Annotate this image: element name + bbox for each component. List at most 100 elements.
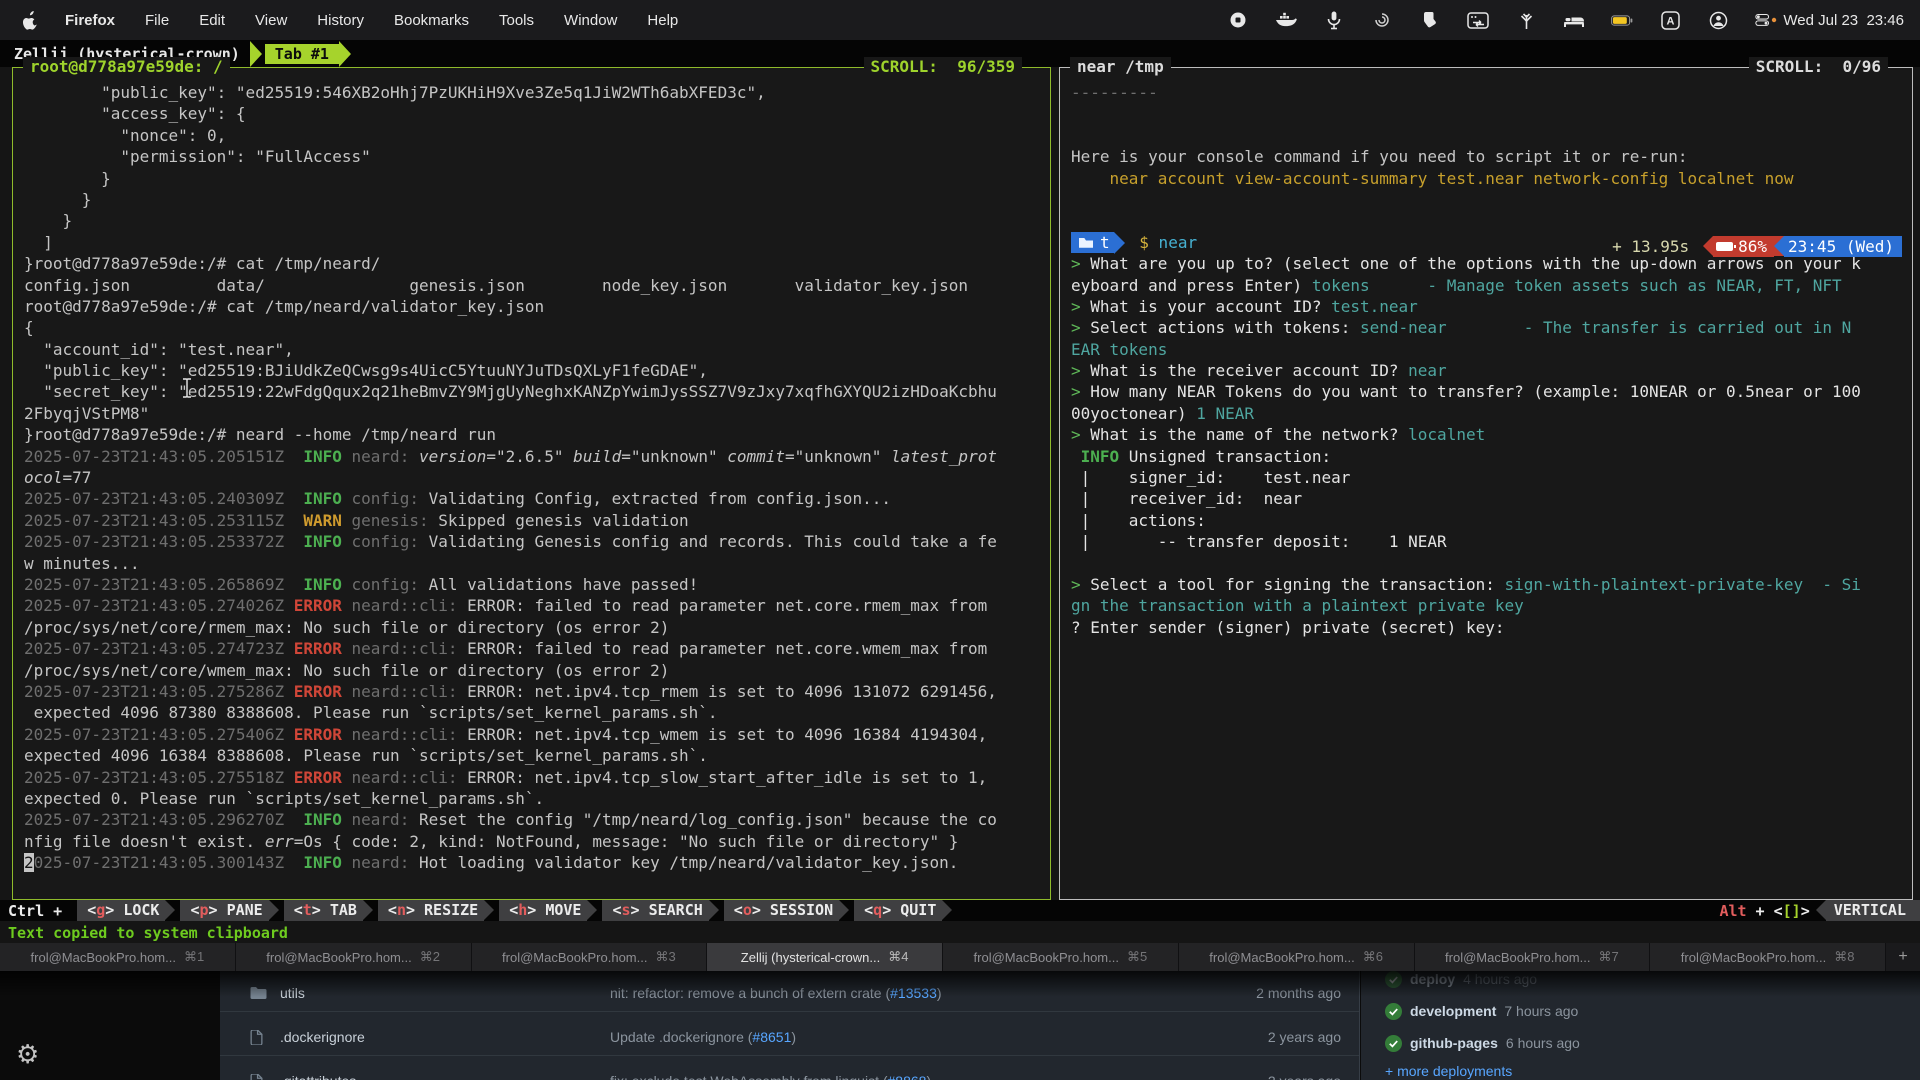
repo-file-row[interactable]: utilsnit: refactor: remove a bunch of ex… [220, 975, 1359, 1011]
time-segment: 23:45 (Wed) [1784, 236, 1902, 257]
menu-item-help[interactable]: Help [647, 12, 678, 29]
microphone-icon[interactable] [1323, 10, 1345, 30]
check-icon [1385, 1003, 1402, 1020]
powerline-arrow-icon [1703, 236, 1713, 256]
terminal-line: | receiver_id: near [1071, 488, 1908, 509]
svg-text:A: A [1666, 15, 1674, 27]
deployments-sidebar: deploy4 hours agodevelopment7 hours agog… [1361, 971, 1920, 1080]
deployment-row[interactable]: github-pages 6 hours ago [1385, 1029, 1580, 1057]
terminal-output-right: ---------Here is your console command if… [1071, 82, 1908, 897]
ctrl-prefix: Ctrl + [8, 902, 62, 920]
terminal-line: "public_key": "ed25519:546XB2oHhj7PzUKHi… [24, 82, 1046, 103]
pr-link[interactable]: #8868 [888, 1073, 927, 1080]
terminal-line: 2025-07-23T21:43:05.240309Z INFO config:… [24, 488, 1046, 509]
terminal-line: 2025-07-23T21:43:05.300143Z INFO neard: … [24, 852, 1046, 873]
command-duration: + 13.95s [1612, 236, 1689, 257]
window-switch-icon[interactable] [1467, 10, 1489, 30]
menubar-status-icons: A [1227, 10, 1777, 30]
zellij-tab-1[interactable]: Tab #1 [265, 44, 339, 64]
battery-icon [1716, 242, 1733, 251]
desktop: Firefox File Edit View History Bookmarks Tools… [0, 0, 1920, 1080]
commit-message[interactable]: Update .dockerignore (#8651) [610, 1029, 1191, 1045]
deployment-name[interactable]: github-pages [1410, 1035, 1498, 1051]
hint-lock: <g> LOCK [77, 900, 165, 921]
hint-search: <s> SEARCH [602, 900, 708, 921]
terminal-line: eyboard and press Enter) tokens - Manage… [1071, 275, 1908, 296]
menu-item-view[interactable]: View [255, 12, 287, 29]
repo-file-row[interactable]: .gitattributesfix: exclude test WebAssem… [220, 1063, 1359, 1080]
terminal-line [1071, 553, 1908, 574]
menu-item-file[interactable]: File [145, 12, 169, 29]
terminal-line: w minutes... [24, 553, 1046, 574]
more-deployments-link[interactable]: + more deployments [1385, 1063, 1512, 1079]
terminal-app-tabs: frol@MacBookPro.hom...⌘1frol@MacBookPro.… [0, 943, 1920, 971]
terminal-line: > How many NEAR Tokens do you want to tr… [1071, 381, 1908, 402]
terminal-line: > Select a tool for signing the transact… [1071, 574, 1908, 595]
deployment-row[interactable]: development7 hours ago [1385, 997, 1578, 1025]
app-tab-8[interactable]: frol@MacBookPro.hom...⌘8 [1650, 943, 1885, 971]
toggles-icon[interactable] [1755, 10, 1777, 30]
macos-menubar: Firefox File Edit View History Bookmarks Tools… [0, 0, 1920, 40]
input-source-icon[interactable]: A [1659, 10, 1681, 30]
app-tab-1[interactable]: frol@MacBookPro.hom...⌘1 [0, 943, 235, 971]
gear-icon[interactable]: ⚙ [16, 1040, 39, 1070]
file-name[interactable]: utils [280, 985, 610, 1001]
apple-icon[interactable] [22, 10, 39, 30]
terminal-line: "public_key": "ed25519:BJiUdkZeQCwsg9s4U… [24, 360, 1046, 381]
layout-mode-chip: VERTICAL [1826, 900, 1920, 921]
pr-link[interactable]: #8651 [752, 1029, 791, 1045]
deployment-row[interactable]: deploy4 hours ago [1385, 965, 1537, 993]
terminal-line: EAR tokens [1071, 339, 1908, 360]
account-icon[interactable] [1707, 10, 1729, 30]
repo-file-row[interactable]: .dockerignoreUpdate .dockerignore (#8651… [220, 1019, 1359, 1055]
terminal-line: /proc/sys/net/core/wmem_max: No such fil… [24, 660, 1046, 681]
terminal-line: --------- [1071, 82, 1908, 103]
battery-icon[interactable] [1611, 10, 1633, 30]
new-tab-button[interactable]: + [1886, 943, 1920, 971]
hint-resize: <n> RESIZE [378, 900, 484, 921]
app-tab-5[interactable]: frol@MacBookPro.hom...⌘5 [943, 943, 1178, 971]
app-tab-4[interactable]: Zellij (hysterical-crown...⌘4 [707, 943, 942, 971]
check-icon [1385, 971, 1402, 988]
pointer-icon[interactable] [1419, 10, 1441, 30]
menu-items: Firefox File Edit View History Bookmarks Tools… [65, 12, 678, 29]
app-tab-2[interactable]: frol@MacBookPro.hom...⌘2 [236, 943, 471, 971]
docker-icon[interactable] [1275, 10, 1297, 30]
menu-item-window[interactable]: Window [564, 12, 617, 29]
terminal-line: 2025-07-23T21:43:05.296270Z INFO neard: … [24, 809, 1046, 830]
app-tab-3[interactable]: frol@MacBookPro.hom...⌘3 [472, 943, 707, 971]
menubar-clock[interactable]: Wed Jul 23 23:46 [1783, 12, 1904, 29]
menu-item-edit[interactable]: Edit [199, 12, 225, 29]
app-tab-6[interactable]: frol@MacBookPro.hom...⌘6 [1179, 943, 1414, 971]
commit-message[interactable]: nit: refactor: remove a bunch of extern … [610, 985, 1191, 1001]
spiral-icon[interactable] [1371, 10, 1393, 30]
deployment-name[interactable]: development [1410, 1003, 1496, 1019]
pr-link[interactable]: #13533 [890, 985, 937, 1001]
terminal-line: gn the transaction with a plaintext priv… [1071, 595, 1908, 616]
pane-title-left: root@d778a97e59de: / [23, 57, 230, 76]
powerline-arrow-icon [1774, 236, 1784, 256]
menu-item-firefox[interactable]: Firefox [65, 12, 115, 29]
terminal-line: "permission": "FullAccess" [24, 146, 1046, 167]
branch-icon[interactable] [1515, 10, 1537, 30]
menu-item-bookmarks[interactable]: Bookmarks [394, 12, 469, 29]
terminal-pane-left[interactable]: root@d778a97e59de: / SCROLL: 96/359 "pub… [12, 67, 1051, 900]
terminal-line: INFO Unsigned transaction: [1071, 446, 1908, 467]
bed-icon[interactable] [1563, 10, 1585, 30]
deployment-name[interactable]: deploy [1410, 971, 1455, 987]
file-name[interactable]: .gitattributes [280, 1073, 610, 1080]
hint-move: <h> MOVE [499, 900, 587, 921]
menu-item-tools[interactable]: Tools [499, 12, 534, 29]
deployment-age: 6 hours ago [1506, 1035, 1580, 1051]
terminal-line: expected 4096 16384 8388608. Please run … [24, 745, 1046, 766]
commit-message[interactable]: fix: exclude test WebAssembly from lingu… [610, 1073, 1191, 1080]
terminal-line [1071, 125, 1908, 146]
terminal-pane-right[interactable]: near /tmp SCROLL: 0/96 ---------Here is … [1059, 67, 1913, 900]
menu-item-history[interactable]: History [317, 12, 364, 29]
commit-age: 2 years ago [1191, 1029, 1341, 1045]
file-icon [250, 1030, 268, 1045]
record-icon[interactable] [1227, 10, 1249, 30]
hint-tab: <t> TAB [284, 900, 363, 921]
terminal-line: 2025-07-23T21:43:05.275286Z ERROR neard:… [24, 681, 1046, 702]
file-name[interactable]: .dockerignore [280, 1029, 610, 1045]
